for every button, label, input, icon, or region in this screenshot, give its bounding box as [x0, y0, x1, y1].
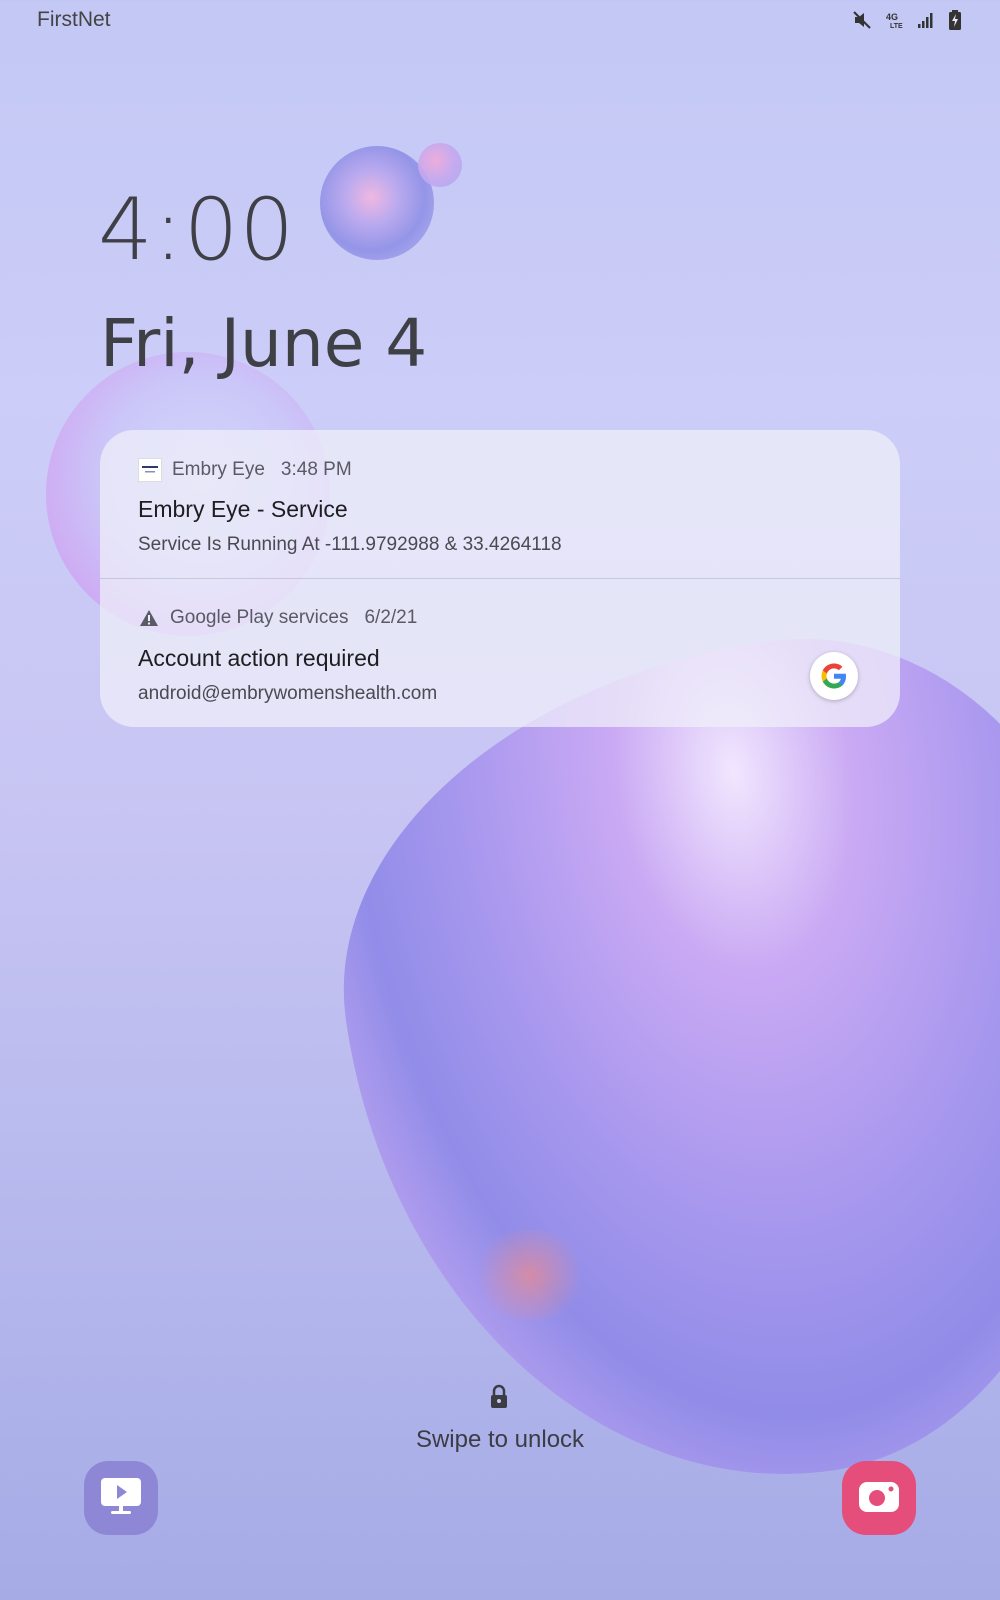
lock-icon [488, 1384, 510, 1410]
notification-embry-eye[interactable]: Embry Eye 3:48 PM Embry Eye - Service Se… [100, 430, 900, 578]
warning-icon [138, 608, 160, 628]
notification-header: Embry Eye 3:48 PM [138, 458, 352, 482]
notification-title: Account action required [138, 645, 380, 671]
notification-app-name: Embry Eye [172, 459, 265, 480]
camera-icon [857, 1478, 901, 1519]
notification-card: Embry Eye 3:48 PM Embry Eye - Service Se… [100, 430, 900, 727]
status-icons: 4G LTE [852, 10, 962, 36]
lockscreen-date: Fri, June 4 [100, 305, 428, 382]
camera-shortcut-button[interactable] [842, 1461, 916, 1535]
notification-body: Service Is Running At -111.9792988 & 33.… [138, 534, 562, 555]
notification-header: Google Play services 6/2/21 [138, 607, 417, 629]
google-icon [810, 652, 858, 700]
svg-text:LTE: LTE [890, 23, 903, 30]
mute-icon [852, 10, 872, 36]
svg-text:4G: 4G [886, 12, 898, 22]
signal-icon [916, 10, 936, 36]
wallpaper-bubble [418, 143, 462, 187]
notification-google-play-services[interactable]: Google Play services 6/2/21 Account acti… [100, 579, 900, 727]
swipe-to-unlock[interactable]: Swipe to unlock [0, 1426, 1000, 1454]
wallpaper-blob [301, 601, 1000, 1529]
lockscreen-clock: 4:00 [98, 180, 296, 280]
video-shortcut-button[interactable] [84, 1461, 158, 1535]
notification-time: 3:48 PM [280, 459, 352, 480]
wallpaper-glow [470, 1230, 590, 1320]
4g-lte-icon: 4G LTE [884, 10, 904, 36]
carrier-name: FirstNet [37, 8, 111, 31]
video-player-icon [99, 1476, 143, 1521]
battery-charging-icon [948, 10, 962, 36]
wallpaper-bubble [320, 146, 434, 260]
notification-body: android@embrywomenshealth.com [138, 683, 438, 704]
status-bar: FirstNet 4G LTE [0, 0, 1000, 40]
notification-title: Embry Eye - Service [138, 496, 348, 522]
embry-eye-app-icon [138, 458, 162, 482]
notification-time: 6/2/21 [364, 607, 418, 628]
notification-app-name: Google Play services [170, 607, 349, 628]
